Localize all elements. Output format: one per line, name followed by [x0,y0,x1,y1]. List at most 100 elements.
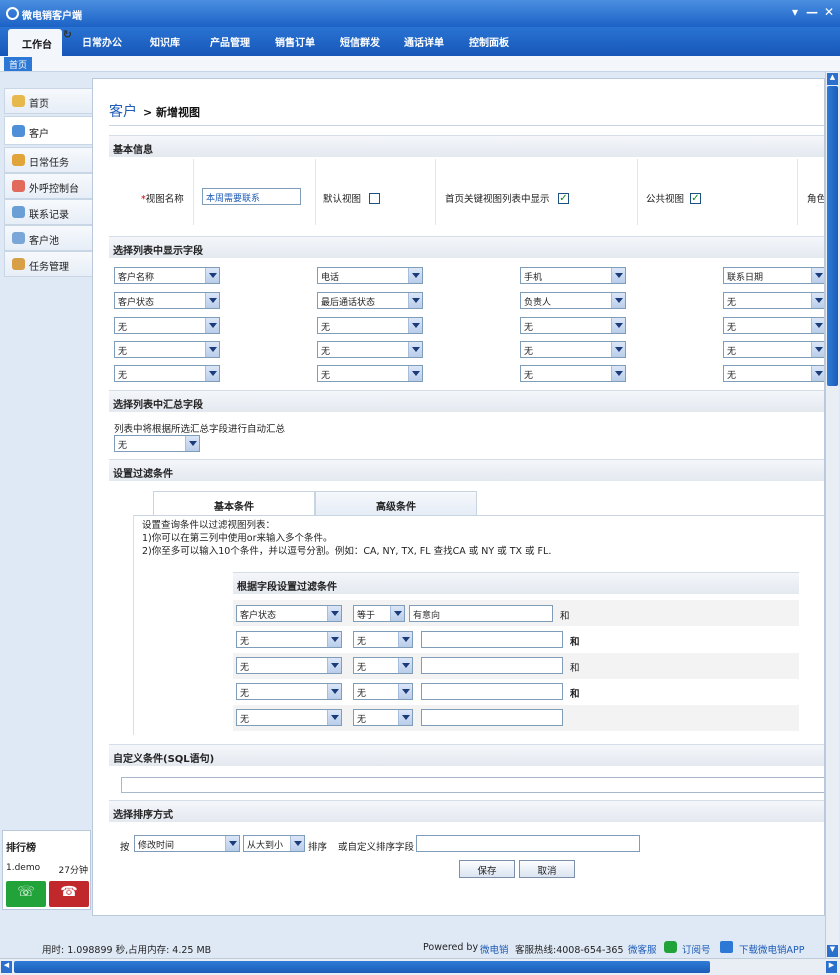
footer-app-link[interactable]: 下载微电销APP [739,942,804,956]
filter-operator-select[interactable]: 无 [353,657,413,674]
sidebar-item-customer[interactable]: 客户 [4,116,92,145]
filter-field-select[interactable]: 无 [236,709,342,726]
sidebar-item-customer-pool[interactable]: 客户池 [4,225,92,251]
chevron-down-icon [811,342,824,357]
scrollbar-thumb[interactable] [827,86,838,386]
home-show-checkbox[interactable]: ✓ [558,193,569,204]
tab-sms[interactable]: 短信群发 [340,34,380,49]
help-line: 1)你可以在第三列中使用or来输入多个条件。 [142,533,333,544]
sort-field-select[interactable]: 修改时间 [134,835,240,852]
chevron-down-icon [398,632,412,647]
column-select[interactable]: 无 [114,365,220,382]
tab-control-panel[interactable]: 控制面板 [469,34,509,49]
sort-order-select[interactable]: 从大到小 [243,835,305,852]
default-view-checkbox[interactable] [369,193,380,204]
column-select[interactable]: 无 [317,317,423,334]
tab-call-log[interactable]: 通话详单 [404,34,444,49]
column-select[interactable]: 无 [520,365,626,382]
footer-subscribe-link[interactable]: 订阅号 [682,942,711,956]
minimize-icon[interactable]: — [806,5,818,19]
chevron-down-icon [205,318,219,333]
column-select[interactable]: 客户状态 [114,292,220,309]
footer-weibo-link[interactable]: 微客服 [628,942,657,956]
filter-field-select[interactable]: 无 [236,657,342,674]
column-select[interactable]: 无 [520,317,626,334]
summary-select[interactable]: 无 [114,435,200,452]
column-select[interactable]: 无 [520,341,626,358]
save-button[interactable]: 保存 [459,860,515,878]
column-select[interactable]: 客户名称 [114,267,220,284]
column-select[interactable]: 无 [317,341,423,358]
sidebar-item-daily-task[interactable]: 日常任务 [4,147,92,173]
chevron-down-icon [408,342,422,357]
filter-value-input[interactable] [421,709,563,726]
horizontal-scrollbar[interactable]: ◀ ▶ [0,958,840,975]
sidebar-item-contact-log[interactable]: 联系记录 [4,199,92,225]
chevron-down-icon [611,342,625,357]
call-button[interactable]: ☏ [6,881,46,907]
cancel-button[interactable]: 取消 [519,860,575,878]
filter-operator-select[interactable]: 等于 [353,605,405,622]
column-select[interactable]: 最后通话状态 [317,292,423,309]
filter-field-select[interactable]: 客户状态 [236,605,342,622]
filter-value-input[interactable] [421,657,563,674]
filter-field-select[interactable]: 无 [236,683,342,700]
breadcrumb-customer[interactable]: 客户 [109,104,137,120]
tab-advanced-conditions[interactable]: 高级条件 [315,491,477,515]
column-select[interactable]: 联系日期 [723,267,824,284]
filter-value-input[interactable] [409,605,553,622]
help-line: 2)你至多可以输入10个条件，并以逗号分割。例如：CA, NY, TX, FL … [142,546,552,557]
sidebar-item-call-console[interactable]: 外呼控制台 [4,173,92,199]
tab-products[interactable]: 产品管理 [210,34,250,49]
section-basic-info: 基本信息 [109,135,824,157]
chevron-down-icon [398,684,412,699]
column-select[interactable]: 无 [317,365,423,382]
column-select[interactable]: 无 [114,317,220,334]
tab-workbench[interactable]: 工作台 ↻ [8,28,72,56]
filter-operator-select[interactable]: 无 [353,709,413,726]
column-select[interactable]: 电话 [317,267,423,284]
select-value: 无 [357,663,367,673]
scroll-down-icon[interactable]: ▼ [827,945,838,957]
scroll-left-icon[interactable]: ◀ [1,961,12,973]
filter-value-input[interactable] [421,631,563,648]
tab-basic-conditions[interactable]: 基本条件 [153,491,315,515]
scrollbar-thumb[interactable] [14,961,710,973]
filter-operator-select[interactable]: 无 [353,631,413,648]
vertical-scrollbar[interactable]: ▲ ▼ [825,72,839,958]
column-select[interactable]: 无 [723,341,824,358]
column-select[interactable]: 无 [723,365,824,382]
filter-field-select[interactable]: 无 [236,631,342,648]
scroll-right-icon[interactable]: ▶ [826,961,837,973]
sidebar-item-task-mgmt[interactable]: 任务管理 [4,251,92,277]
column-select[interactable]: 无 [114,341,220,358]
column-select[interactable]: 负责人 [520,292,626,309]
column-select[interactable]: 无 [723,317,824,334]
scroll-up-icon[interactable]: ▲ [827,73,838,85]
view-name-input[interactable] [202,188,301,205]
footer-brand-link[interactable]: 微电销 [480,942,509,956]
column-select[interactable]: 手机 [520,267,626,284]
filter-value-input[interactable] [421,683,563,700]
sidebar-item-home[interactable]: 首页 [4,88,92,114]
leaderboard-panel: 排行榜 1.demo 27分钟 ☏ ☎ [2,830,91,910]
refresh-icon[interactable]: ↻ [63,28,72,41]
chevron-down-icon [611,318,625,333]
public-view-checkbox[interactable]: ✓ [690,193,701,204]
filter-operator-select[interactable]: 无 [353,683,413,700]
select-value: 无 [357,715,367,725]
hangup-button[interactable]: ☎ [49,881,89,907]
tab-daily-office[interactable]: 日常办公 [82,34,122,49]
divider [193,159,194,225]
close-icon[interactable]: ✕ [824,5,834,19]
menu-icon[interactable]: ▾ [792,5,798,19]
page-tab-home[interactable]: 首页 [4,57,33,71]
sql-textarea[interactable] [121,777,824,793]
tab-knowledge[interactable]: 知识库 [150,34,180,49]
chevron-down-icon [327,710,341,725]
tab-orders[interactable]: 销售订单 [275,34,315,49]
sidebar-item-label: 日常任务 [29,158,69,169]
column-select[interactable]: 无 [723,292,824,309]
custom-sort-input[interactable] [416,835,640,852]
leaderboard-name: 1.demo [6,863,41,873]
